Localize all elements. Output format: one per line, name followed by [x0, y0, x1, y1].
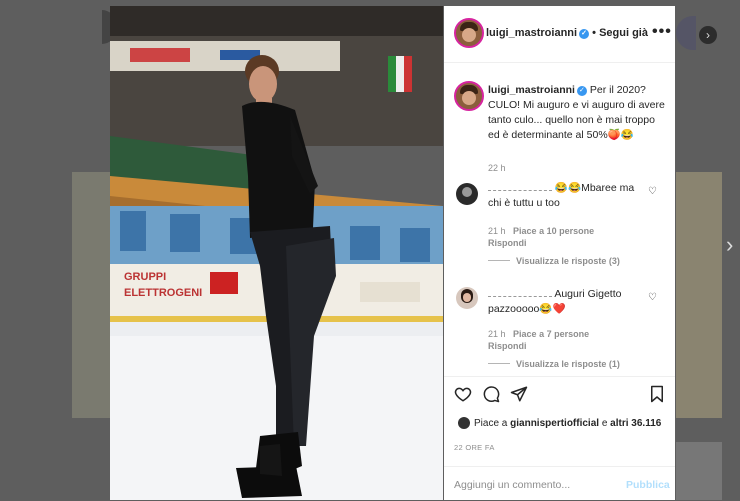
header-user-line: luigi_mastroianni ✓ • Segui già — [486, 27, 648, 39]
comment-avatar[interactable] — [456, 183, 478, 205]
caption-time: 22 h — [488, 163, 506, 173]
post-detail-panel: luigi_mastroianni ✓ • Segui già ••• luigi… — [444, 6, 675, 500]
comment-2-reply-button[interactable]: Rispondi — [488, 341, 527, 351]
post-header: luigi_mastroianni ✓ • Segui già ••• — [444, 6, 675, 63]
header-username[interactable]: luigi_mastroianni — [486, 27, 577, 39]
liker-avatar[interactable] — [458, 417, 470, 429]
background-post-lower — [676, 442, 722, 500]
redacted-username[interactable] — [488, 182, 552, 191]
caption-avatar[interactable] — [454, 81, 484, 111]
likes-summary: Piace a giannispertiofficial e altri 36.… — [474, 418, 661, 429]
comment-2-view-replies-label: Visualizza le risposte (1) — [516, 359, 620, 369]
post-timestamp[interactable]: 22 ORE FA — [454, 443, 495, 452]
comment-1-reply-button[interactable]: Rispondi — [488, 238, 527, 248]
comment-1-view-replies-label: Visualizza le risposte (3) — [516, 256, 620, 266]
bookmark-icon[interactable] — [649, 385, 665, 403]
comment-2-meta: 21 h Piace a 7 persone — [488, 329, 589, 339]
separator-dot: • — [592, 27, 596, 39]
comment-2-time: 21 h — [488, 329, 506, 339]
caption-username[interactable]: luigi_mastroianni — [488, 84, 575, 96]
background-post-left — [72, 172, 110, 418]
verified-badge-icon: ✓ — [579, 29, 590, 39]
caption: luigi_mastroianni ✓ Per il 2020? CULO! Mi… — [488, 83, 668, 143]
heart-icon[interactable] — [454, 385, 472, 403]
likes-middle: e — [601, 418, 608, 429]
comment-1-view-replies-button[interactable]: Visualizza le risposte (3) — [488, 256, 620, 266]
comments-section: luigi_mastroianni ✓ Per il 2020? CULO! Mi… — [444, 63, 675, 376]
comment-1-likes[interactable]: Piace a 10 persone — [513, 226, 594, 236]
verified-badge-icon: ✓ — [576, 86, 587, 96]
comment-1-time: 21 h — [488, 226, 506, 236]
likes-others[interactable]: altri 36.116 — [610, 418, 661, 429]
likes-prefix: Piace a — [474, 418, 508, 429]
svg-text:GRUPPI: GRUPPI — [124, 271, 166, 283]
comment-2-likes[interactable]: Piace a 7 persone — [513, 329, 589, 339]
comment-like-heart-icon[interactable]: ♡ — [648, 292, 657, 303]
more-options-icon[interactable]: ••• — [652, 23, 672, 41]
comment-1: 😂😂Mbaree ma chi è tuttu u too — [488, 181, 638, 211]
follow-status-button[interactable]: Segui già — [599, 27, 648, 39]
comment-input[interactable]: Aggiungi un commento... — [454, 479, 570, 491]
likes-user[interactable]: giannispertiofficial — [510, 418, 599, 429]
comment-icon[interactable] — [482, 385, 500, 403]
paper-plane-icon[interactable] — [510, 385, 528, 403]
comment-1-meta: 21 h Piace a 10 persone — [488, 226, 594, 236]
post-photo: GRUPPI ELETTROGENI — [110, 6, 443, 500]
author-avatar[interactable] — [454, 18, 484, 48]
comment-avatar[interactable] — [456, 287, 478, 309]
carousel-next-icon[interactable]: › — [699, 26, 717, 44]
comment-like-heart-icon[interactable]: ♡ — [648, 186, 657, 197]
comment-2-view-replies-button[interactable]: Visualizza le risposte (1) — [488, 359, 620, 369]
redacted-username[interactable] — [488, 288, 552, 297]
svg-text:ELETTROGENI: ELETTROGENI — [124, 287, 202, 299]
next-post-arrow-icon[interactable]: › — [726, 232, 733, 258]
publish-button[interactable]: Pubblica — [626, 479, 670, 491]
comment-2: Auguri Gigetto pazzooooo😂❤️ — [488, 287, 638, 317]
background-avatar-right — [676, 16, 696, 50]
add-comment-bar: Aggiungi un commento... Pubblica — [444, 466, 675, 501]
post-actions: Piace a giannispertiofficial e altri 36.… — [444, 376, 675, 467]
background-post-right — [676, 172, 722, 418]
